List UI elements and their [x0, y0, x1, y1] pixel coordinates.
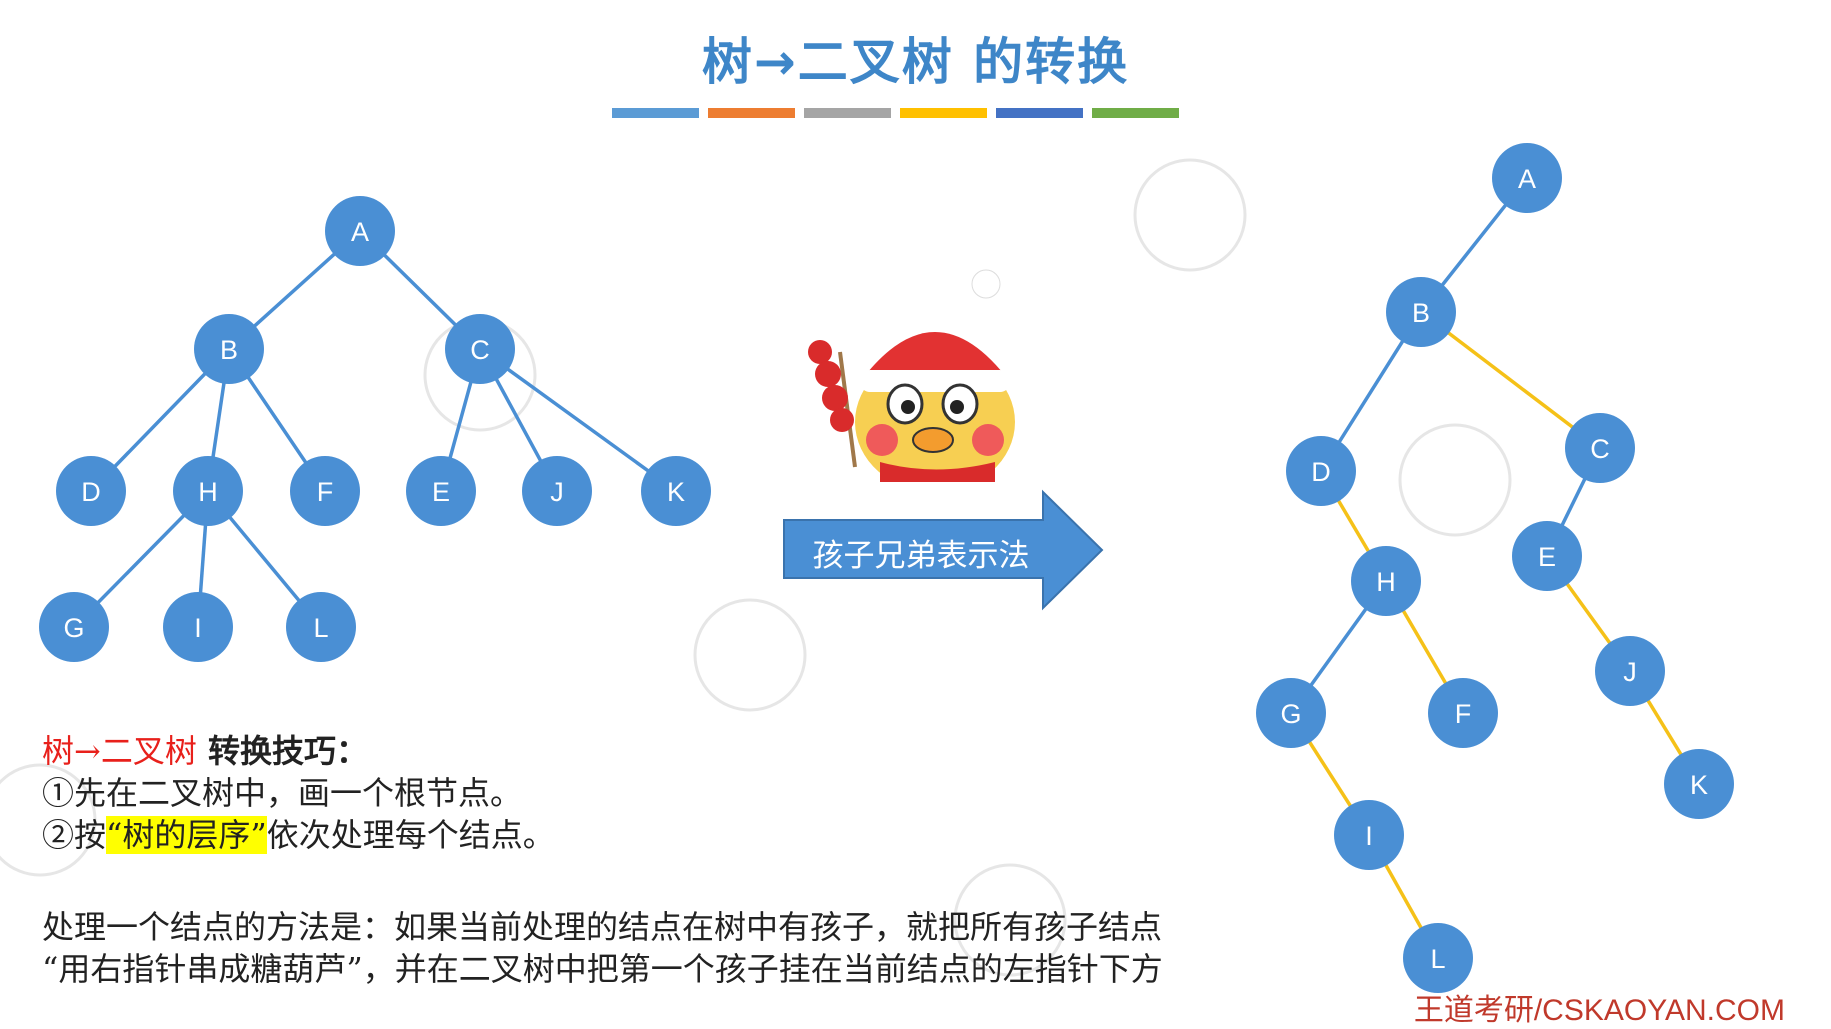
bt-node-l: L — [1403, 923, 1473, 993]
bt-node-a: A — [1492, 143, 1562, 213]
footer-brand: 王道考研/CSKAOYAN.COM — [1413, 994, 1785, 1027]
tips-step-2: ②按“树的层序”依次处理每个结点。 — [42, 814, 555, 856]
node-label: E — [1538, 542, 1556, 572]
node-label: F — [1455, 699, 1472, 729]
node-label: K — [1690, 770, 1708, 800]
tips-step-1: ①先在二叉树中，画一个根节点。 — [42, 774, 523, 812]
binary-tree-diagram: A B C D E H J G F K I L — [1256, 143, 1734, 993]
bt-node-b: B — [1386, 277, 1456, 347]
node-label: B — [1412, 298, 1430, 328]
node-label: J — [1623, 657, 1637, 687]
bt-node-d: D — [1286, 436, 1356, 506]
method-description: 处理一个结点的方法是：如果当前处理的结点在树中有孩子，就把所有孩子结点 “用右指… — [42, 906, 1163, 990]
tips-heading: 树→二叉树 转换技巧： — [42, 730, 555, 772]
step2-highlight: “树的层序” — [106, 816, 267, 854]
method-line-1: 处理一个结点的方法是：如果当前处理的结点在树中有孩子，就把所有孩子结点 — [42, 908, 1163, 946]
tips-heading-rest: 转换技巧： — [196, 732, 368, 770]
slide: 树→二叉树 的转换 A B C D H F E J K G I L 孩子兄弟表示… — [0, 0, 1831, 1027]
method-line-2: “用右指针串成糖葫芦”，并在二叉树中把第一个孩子挂在当前结点的左指针下方 — [42, 950, 1163, 988]
bt-node-k: K — [1664, 749, 1734, 819]
bt-node-j: J — [1595, 636, 1665, 706]
bt-node-h: H — [1351, 546, 1421, 616]
bt-node-g: G — [1256, 678, 1326, 748]
node-label: I — [1365, 821, 1373, 851]
tips-heading-red: 树→二叉树 — [42, 732, 197, 770]
node-label: D — [1311, 457, 1331, 487]
bt-node-c: C — [1565, 413, 1635, 483]
bt-node-i: I — [1334, 800, 1404, 870]
bt-node-f: F — [1428, 678, 1498, 748]
bt-node-e: E — [1512, 521, 1582, 591]
step2-prefix: ②按 — [42, 816, 107, 854]
step2-suffix: 依次处理每个结点。 — [266, 816, 555, 854]
node-label: H — [1376, 567, 1396, 597]
node-label: A — [1518, 164, 1536, 194]
node-label: C — [1590, 434, 1610, 464]
conversion-tips: 树→二叉树 转换技巧： ①先在二叉树中，画一个根节点。 ②按“树的层序”依次处理… — [42, 730, 555, 856]
node-label: G — [1280, 699, 1301, 729]
node-label: L — [1430, 944, 1445, 974]
